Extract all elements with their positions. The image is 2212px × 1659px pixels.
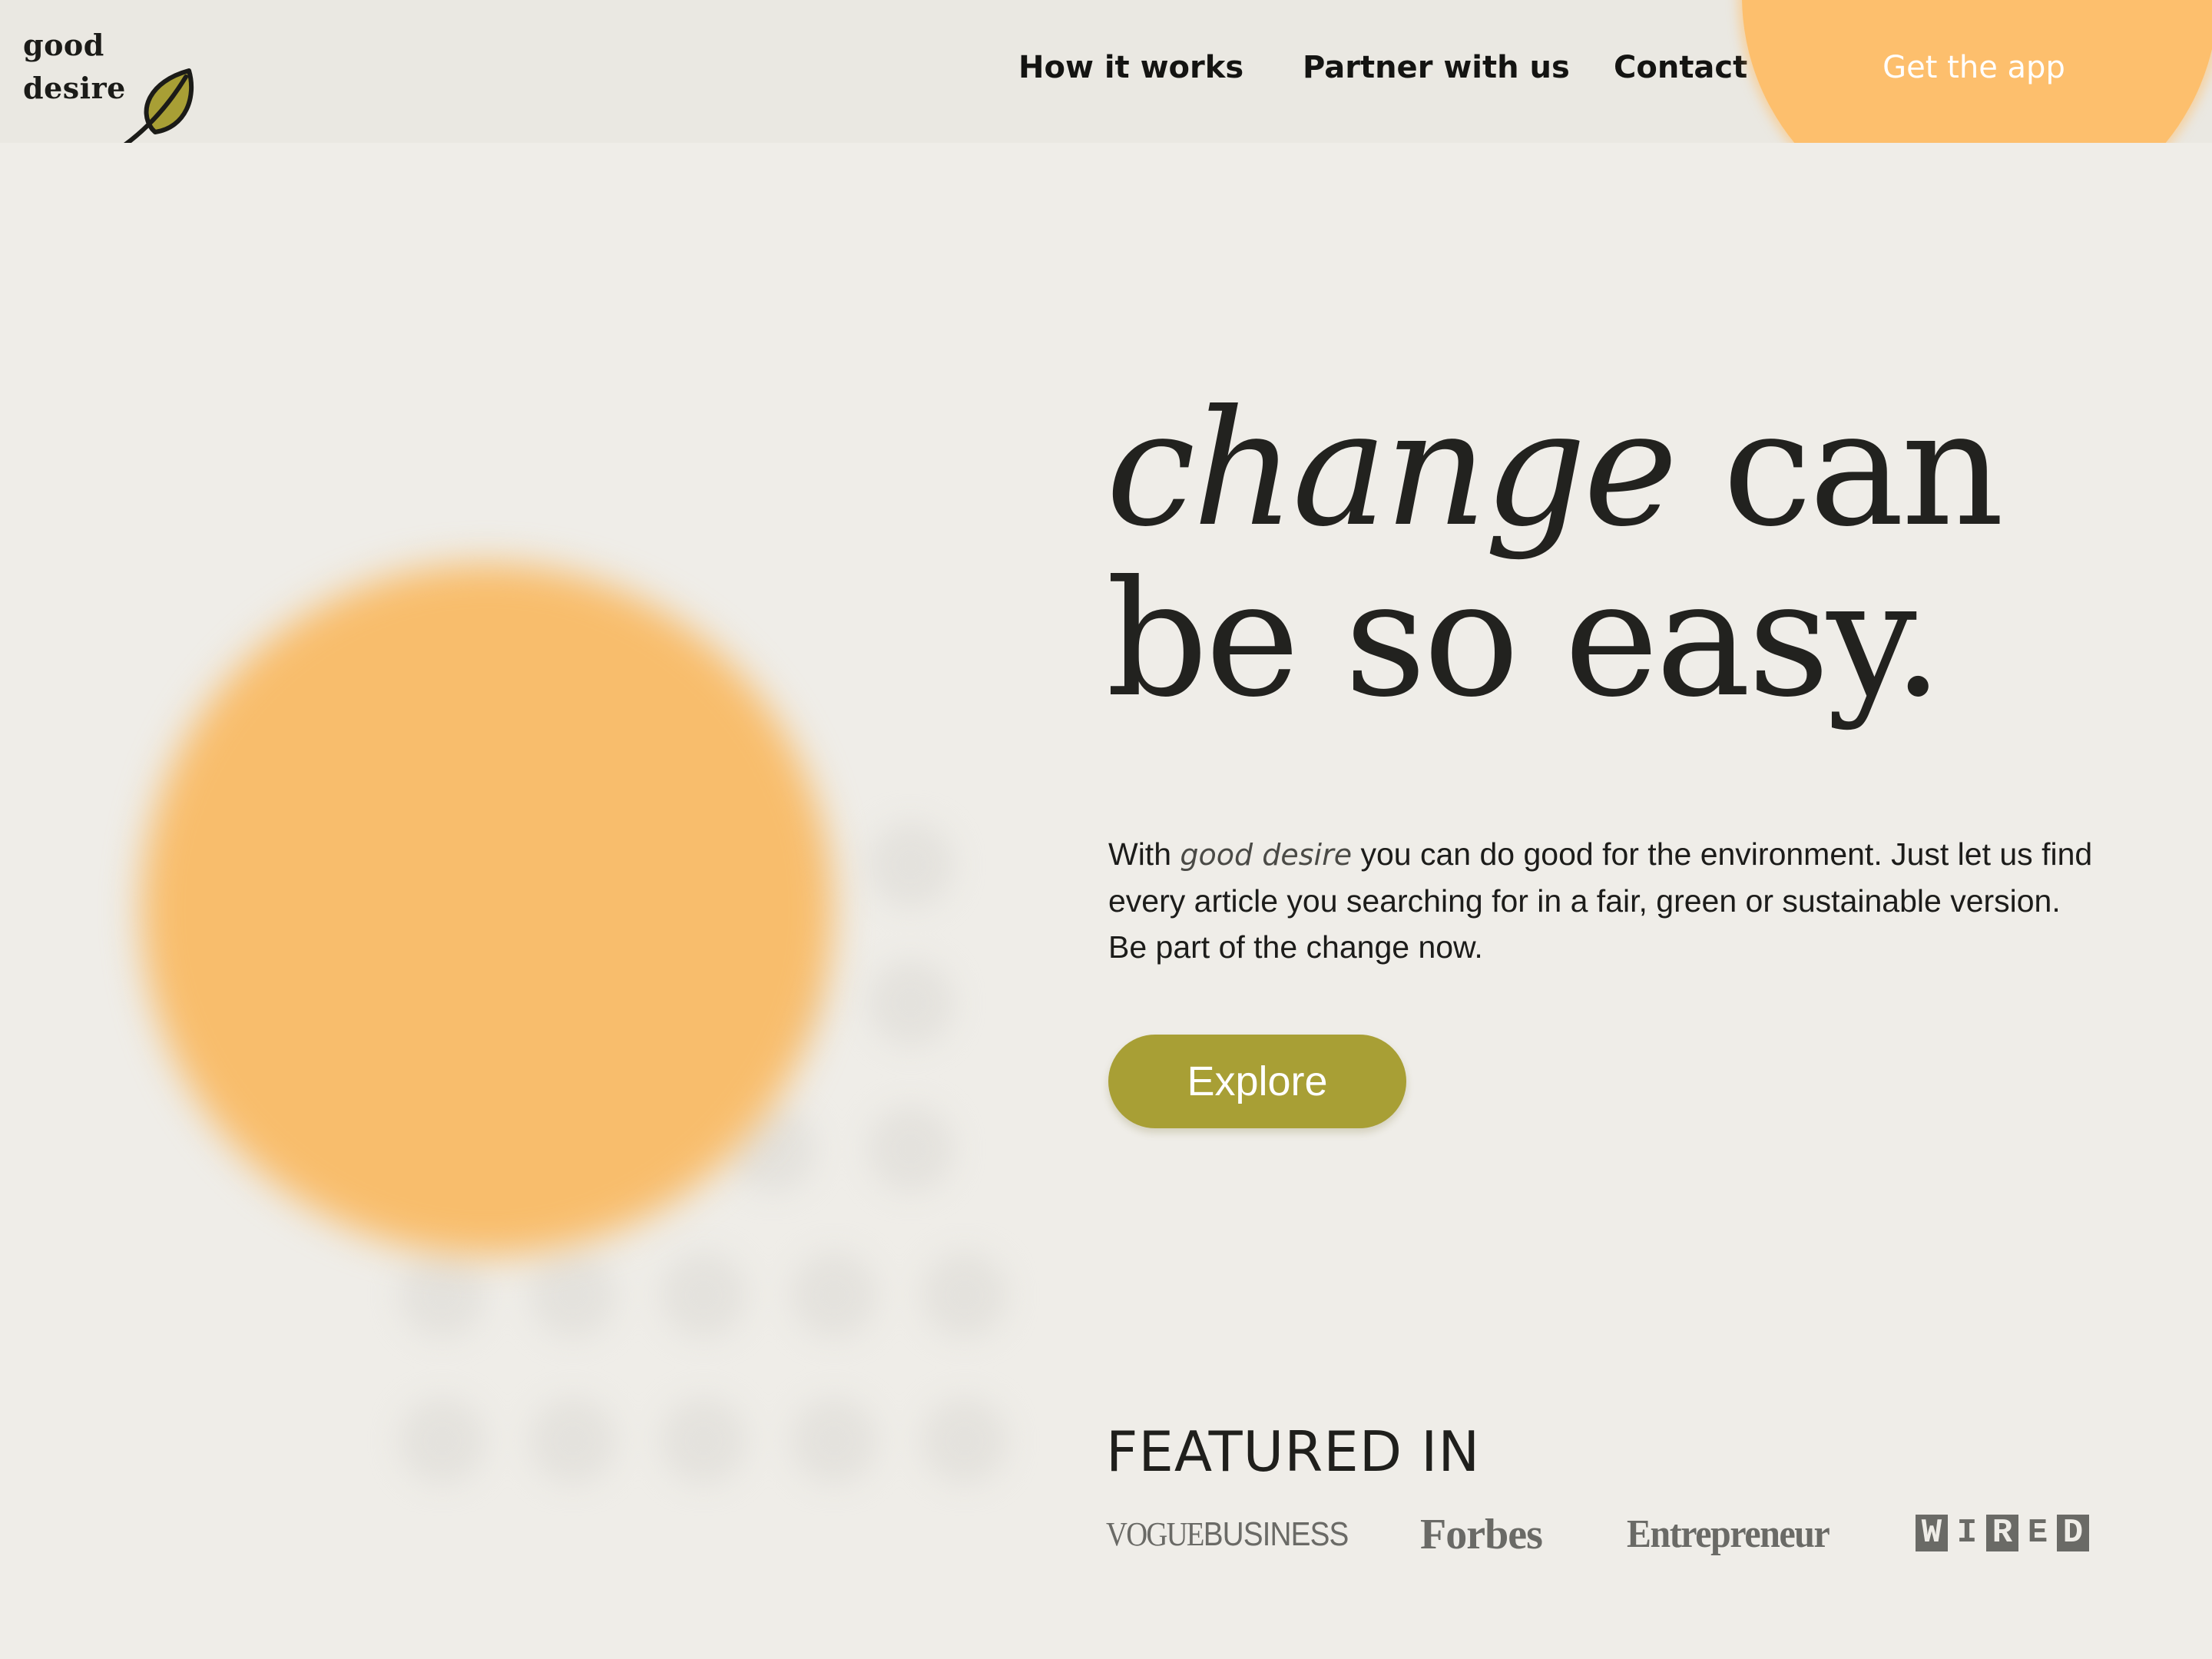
sun-circle: [141, 564, 833, 1255]
brand-name-line1: good: [23, 28, 104, 62]
nav-how-it-works[interactable]: How it works: [1018, 45, 1243, 91]
wired-letter-d: D: [2057, 1515, 2089, 1551]
headline-line2: be so easy.: [1106, 547, 1943, 733]
wired-logo: W I R E D: [1916, 1515, 2089, 1551]
entrepreneur-logo: Entrepreneur: [1627, 1512, 1830, 1556]
hero-headline: change can be so easy.: [1106, 384, 2181, 725]
featured-in-heading: FEATURED IN: [1106, 1419, 1481, 1484]
wired-letter-i: I: [1956, 1514, 1978, 1552]
headline-word-change: change: [1106, 376, 1678, 562]
nav-partner-with-us[interactable]: Partner with us: [1303, 45, 1570, 91]
brand-logo[interactable]: good desire: [23, 28, 194, 143]
lead-brand-name: good desire: [1180, 838, 1353, 872]
leaf-icon: [123, 68, 194, 143]
get-the-app-button[interactable]: Get the app: [1843, 45, 2104, 91]
headline-line1: change can: [1106, 384, 2181, 555]
hero-description: With good desire you can do good for the…: [1108, 831, 2107, 970]
vogue-business-logo: VOGUEBUSINESS: [1106, 1507, 1349, 1562]
site-header: good desire How it works Partner with us…: [0, 0, 2212, 143]
vogue-word: VOGUE: [1106, 1515, 1204, 1553]
lead-prefix: With: [1108, 836, 1181, 872]
wired-letter-w: W: [1916, 1515, 1948, 1551]
hero-illustration: [108, 530, 1029, 1605]
business-word: BUSINESS: [1203, 1515, 1349, 1553]
headline-word-can: can: [1674, 376, 2004, 562]
forbes-logo: Forbes: [1420, 1511, 1543, 1558]
wired-letter-e: E: [2027, 1514, 2048, 1552]
explore-button[interactable]: Explore: [1108, 1035, 1406, 1128]
wired-letter-r: R: [1986, 1515, 2018, 1551]
nav-contact[interactable]: Contact: [1614, 45, 1747, 91]
